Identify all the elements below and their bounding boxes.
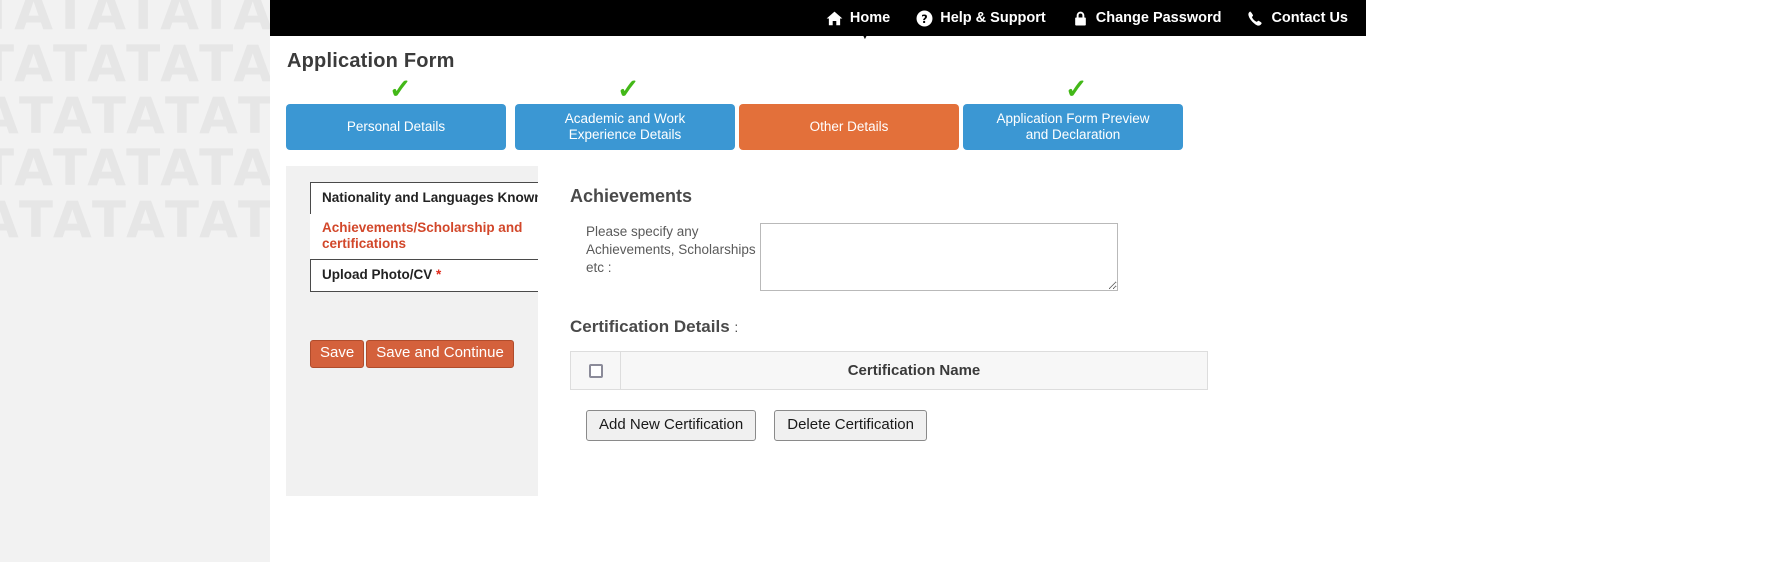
section-title-certification-details: Certification Details : [570,317,1350,337]
application-frame: Home ? Help & Support Change Password Co… [270,0,1366,562]
phone-icon [1247,10,1264,27]
select-all-header-cell [570,351,621,390]
nav-item-contact-us-label: Contact Us [1271,10,1348,26]
nav-item-home[interactable]: Home [826,10,890,27]
watermark-right [1366,0,1786,562]
watermark-text: TATATATA TATATATA ATATATAT TATATATA ATAT… [0,0,270,249]
step-tab-preview-declaration[interactable]: Application Form Preview and Declaration [963,104,1183,150]
table-header-row: Certification Name [570,351,1208,390]
delete-certification-button[interactable]: Delete Certification [774,410,927,441]
save-button[interactable]: Save [310,340,365,368]
step-tab-academic-work[interactable]: Academic and Work Experience Details [515,104,735,150]
page-title: Application Form [287,50,455,72]
certification-table-head: Certification Name [570,351,1208,390]
save-and-continue-button[interactable]: Save and Continue [366,340,514,368]
watermark-left: TATATATA TATATATA ATATATAT TATATATA ATAT… [0,0,270,562]
sidebar-item-achievements-certifications-label: Achievements/Scholarship and certificati… [322,220,523,251]
step-check-personal-details: ✓ [389,74,412,104]
nav-item-contact-us[interactable]: Contact Us [1247,10,1348,27]
certification-name-header-cell: Certification Name [620,351,1208,390]
sidebar-actions: Save Save and Continue [310,340,514,368]
form-main-area: Achievements Please specify any Achievem… [538,166,1350,496]
content-panel: Nationality and Languages Known * Achiev… [286,166,1350,496]
step-tab-other-details[interactable]: Other Details [739,104,959,150]
certification-actions: Add New Certification Delete Certificati… [586,410,1350,441]
home-icon [826,10,843,27]
step-check-academic-work: ✓ [617,74,640,104]
section-title-achievements: Achievements [570,186,693,206]
step-tab-personal-details[interactable]: Personal Details [286,104,506,150]
add-new-certification-button[interactable]: Add New Certification [586,410,757,441]
top-navigation-bar: Home ? Help & Support Change Password Co… [270,0,1366,36]
select-all-checkbox[interactable] [588,364,603,379]
certification-table: Certification Name [570,351,1208,390]
sidebar-item-nationality-languages-label: Nationality and Languages Known [322,190,543,205]
nav-item-help-support[interactable]: ? Help & Support [916,10,1046,27]
lock-icon [1072,10,1089,27]
form-sidebar: Nationality and Languages Known * Achiev… [286,166,610,496]
step-check-preview-declaration: ✓ [1065,74,1088,104]
certification-details-colon: : [734,319,739,335]
form-steps: ✓ Personal Details ✓ Academic and Work E… [286,76,1192,154]
question-circle-icon: ? [916,10,933,27]
certification-details-label: Certification Details [570,317,730,336]
nav-item-change-password[interactable]: Change Password [1072,10,1222,27]
nav-item-help-support-label: Help & Support [940,10,1046,26]
achievements-textarea[interactable] [760,223,1118,291]
chevron-down-icon[interactable]: ▼ [858,28,872,42]
nav-item-change-password-label: Change Password [1095,10,1222,26]
nav-item-home-label: Home [849,10,891,26]
achievements-field-label: Please specify any Achievements, Scholar… [586,224,756,275]
svg-text:?: ? [921,12,927,25]
required-marker: * [436,267,442,282]
sidebar-item-upload-photo-cv-label: Upload Photo/CV [322,267,433,282]
achievements-field-row: Please specify any Achievements, Scholar… [570,223,1350,291]
